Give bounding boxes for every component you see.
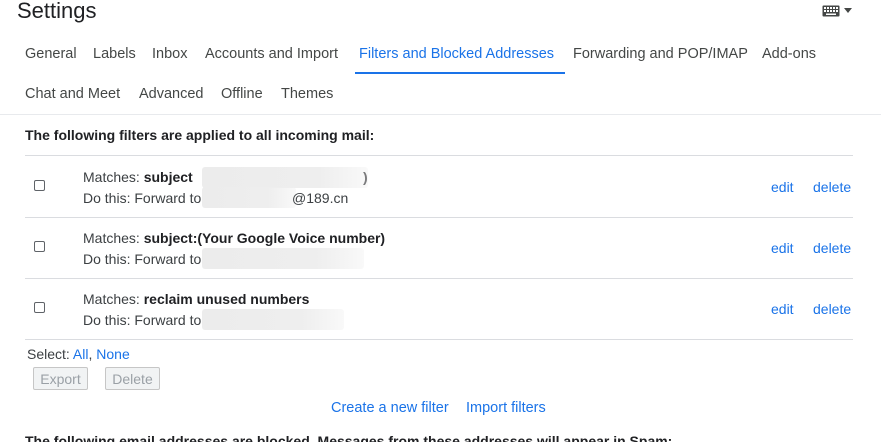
import-filters-link[interactable]: Import filters bbox=[466, 400, 546, 416]
create-filter-link[interactable]: Create a new filter bbox=[331, 400, 449, 416]
filter-criteria: Matches: subject bbox=[83, 169, 193, 185]
blocked-addresses-heading: The following email addresses are blocke… bbox=[25, 433, 673, 442]
filter-row: Matches: subject ) Do this: Forward to @… bbox=[25, 156, 853, 217]
tabs-divider bbox=[0, 114, 881, 115]
active-tab-indicator bbox=[355, 72, 565, 74]
delete-link[interactable]: delete bbox=[813, 179, 851, 195]
filter-checkbox[interactable] bbox=[34, 302, 45, 313]
tab-chat-and-meet[interactable]: Chat and Meet bbox=[25, 86, 120, 102]
delete-button[interactable]: Delete bbox=[105, 367, 160, 390]
filters-heading: The following filters are applied to all… bbox=[25, 127, 375, 143]
delete-link[interactable]: delete bbox=[813, 240, 851, 256]
filter-action: Do this: Forward to bbox=[83, 312, 201, 328]
action-prefix: Do this: Forward to bbox=[83, 251, 202, 267]
export-button[interactable]: Export bbox=[33, 367, 88, 390]
delete-link[interactable]: delete bbox=[813, 301, 851, 317]
tab-add-ons[interactable]: Add-ons bbox=[762, 46, 816, 62]
tab-labels[interactable]: Labels bbox=[93, 46, 136, 62]
page-title: Settings bbox=[17, 0, 97, 23]
select-all-link[interactable]: All bbox=[73, 346, 89, 362]
tab-filters-and-blocked-addresses[interactable]: Filters and Blocked Addresses bbox=[359, 46, 554, 62]
criteria-text: subject:(Your Google Voice number) bbox=[143, 230, 386, 246]
tab-themes[interactable]: Themes bbox=[281, 86, 333, 102]
edit-link[interactable]: edit bbox=[771, 179, 794, 195]
redacted-address bbox=[202, 248, 364, 269]
divider bbox=[25, 339, 853, 340]
filter-action: Do this: Forward to bbox=[83, 251, 201, 267]
filter-row: Matches: subject:(Your Google Voice numb… bbox=[25, 218, 853, 279]
action-prefix: Do this: Forward to bbox=[83, 190, 202, 206]
select-label: Select: bbox=[27, 346, 73, 362]
tab-advanced[interactable]: Advanced bbox=[139, 86, 204, 102]
criteria-text: subject bbox=[143, 169, 193, 185]
redacted-text bbox=[202, 167, 368, 188]
action-tail-text: @189.cn bbox=[292, 190, 349, 206]
tab-offline[interactable]: Offline bbox=[221, 86, 263, 102]
action-tail: @189.cn bbox=[292, 190, 348, 206]
edit-link[interactable]: edit bbox=[771, 240, 794, 256]
filter-checkbox[interactable] bbox=[34, 241, 45, 252]
tab-forwarding-and-pop-imap[interactable]: Forwarding and POP/IMAP bbox=[573, 46, 748, 62]
criteria-text: reclaim unused numbers bbox=[143, 291, 310, 307]
tab-general[interactable]: General bbox=[25, 46, 77, 62]
matches-prefix: Matches: bbox=[83, 291, 144, 307]
filter-checkbox[interactable] bbox=[34, 180, 45, 191]
select-controls: Select: All, None bbox=[27, 346, 130, 362]
tab-inbox[interactable]: Inbox bbox=[152, 46, 187, 62]
matches-prefix: Matches: bbox=[83, 169, 144, 185]
redacted-address bbox=[202, 187, 296, 208]
filter-row: Matches: reclaim unused numbers Do this:… bbox=[25, 279, 853, 340]
keyboard-icon bbox=[822, 5, 840, 17]
matches-prefix: Matches: bbox=[83, 230, 144, 246]
select-none-link[interactable]: None bbox=[96, 346, 129, 362]
edit-link[interactable]: edit bbox=[771, 301, 794, 317]
filter-action: Do this: Forward to bbox=[83, 190, 201, 206]
input-tools-menu[interactable] bbox=[822, 5, 852, 17]
action-prefix: Do this: Forward to bbox=[83, 312, 202, 328]
tab-accounts-and-import[interactable]: Accounts and Import bbox=[205, 46, 338, 62]
filter-criteria: Matches: reclaim unused numbers bbox=[83, 291, 309, 307]
redacted-address bbox=[202, 309, 344, 330]
caret-down-icon bbox=[844, 8, 852, 14]
filter-criteria: Matches: subject:(Your Google Voice numb… bbox=[83, 230, 385, 246]
